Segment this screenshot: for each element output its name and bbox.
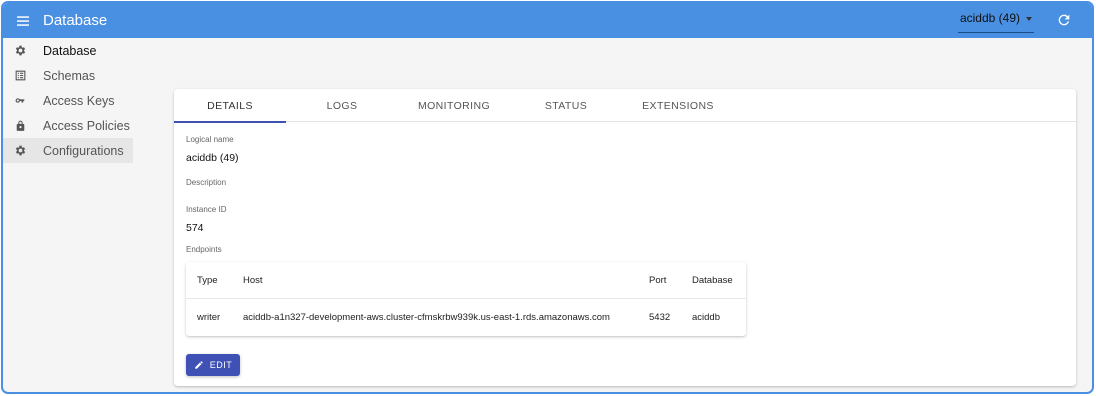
endpoints-label: Endpoints [186,245,222,254]
logical-name-label: Logical name [186,135,234,144]
sidebar-item-configurations[interactable]: Configurations [3,138,133,163]
gear-icon [13,144,27,158]
edit-button[interactable]: EDIT [186,354,240,376]
edit-button-label: EDIT [209,360,233,370]
column-header-type: Type [197,275,218,286]
app-window: Database aciddb (49) Database Schemas Ac… [1,1,1094,394]
description-label: Description [186,178,227,187]
table-row: writer aciddb-a1n327-development-aws.clu… [186,299,746,336]
tab-status[interactable]: STATUS [510,89,622,122]
table-header-row: Type Host Port Database [186,262,746,299]
endpoint-database: aciddb [692,312,720,323]
tab-details[interactable]: DETAILS [174,89,286,123]
sidebar: Database Schemas Access Keys Access Poli… [3,38,133,163]
sidebar-item-access-policies[interactable]: Access Policies [3,113,133,138]
tab-extensions[interactable]: EXTENSIONS [622,89,734,122]
key-icon [13,94,27,108]
details-card: DETAILS LOGS MONITORING STATUS EXTENSION… [174,89,1076,386]
app-title: Database [43,12,108,29]
sidebar-item-database[interactable]: Database [3,38,133,63]
sidebar-item-label: Access Policies [43,118,130,133]
sidebar-item-label: Database [43,43,97,58]
column-header-port: Port [649,275,667,286]
menu-button[interactable] [3,3,43,38]
endpoints-table: Type Host Port Database writer aciddb-a1… [186,262,746,336]
dropdown-caret-icon [1026,17,1032,21]
column-header-host: Host [243,275,263,286]
tab-bar: DETAILS LOGS MONITORING STATUS EXTENSION… [174,89,1076,123]
list-icon [13,69,27,83]
tab-monitoring[interactable]: MONITORING [398,89,510,122]
logical-name-value: aciddb (49) [186,152,239,164]
app-bar: Database aciddb (49) [3,3,1092,38]
database-selector-value: aciddb (49) [959,11,1020,25]
sidebar-item-access-keys[interactable]: Access Keys [3,88,133,113]
endpoint-port: 5432 [649,312,671,323]
endpoint-type: writer [197,312,221,323]
pencil-icon [194,361,203,369]
sidebar-item-label: Configurations [43,143,124,158]
database-selector[interactable]: aciddb (49) [957,11,1034,33]
hamburger-menu-icon [17,15,29,26]
refresh-icon[interactable] [1056,12,1072,28]
tab-logs[interactable]: LOGS [286,89,398,122]
gear-icon [13,44,27,58]
sidebar-item-label: Schemas [43,68,96,83]
instance-id-value: 574 [186,222,204,234]
endpoint-host: aciddb-a1n327-development-aws.cluster-cf… [243,312,610,323]
lock-icon [13,119,27,133]
instance-id-label: Instance ID [186,205,227,214]
sidebar-item-label: Access Keys [43,93,115,108]
sidebar-item-schemas[interactable]: Schemas [3,63,133,88]
column-header-database: Database [692,275,733,286]
